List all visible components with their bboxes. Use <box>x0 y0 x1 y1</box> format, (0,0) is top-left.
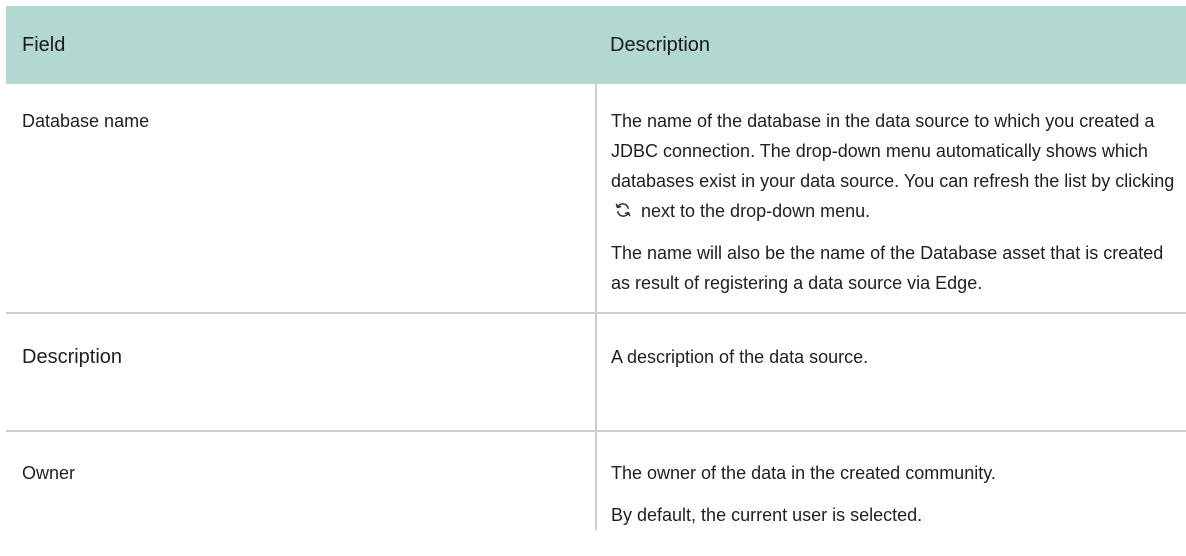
description-cell: A description of the data source. <box>596 313 1186 432</box>
field-name-cell: Description <box>6 313 597 432</box>
description-paragraph: By default, the current user is selected… <box>611 505 923 525</box>
description-text: next to the drop-down menu. <box>636 201 871 221</box>
description-paragraph: The owner of the data in the created com… <box>611 463 996 483</box>
description-cell: The owner of the data in the created com… <box>596 431 1186 530</box>
table-row: Database name The name of the database i… <box>6 84 1186 314</box>
field-description-table: Field Description Database name The name… <box>6 6 1186 530</box>
field-name-cell: Database name <box>6 84 597 314</box>
refresh-icon <box>615 203 631 217</box>
table-row: Owner The owner of the data in the creat… <box>6 431 1186 530</box>
field-name-cell: Owner <box>6 431 597 530</box>
description-paragraph: The name will also be the name of the Da… <box>611 243 1164 293</box>
description-text: The name of the database in the data sou… <box>611 111 1175 191</box>
header-description: Description <box>596 6 1186 84</box>
table-header-row: Field Description <box>6 6 1186 84</box>
description-paragraph: The name of the database in the data sou… <box>611 106 1176 226</box>
description-cell: The name of the database in the data sou… <box>596 84 1186 314</box>
table-row: Description A description of the data so… <box>6 313 1186 432</box>
description-paragraph: A description of the data source. <box>611 347 869 367</box>
header-field: Field <box>6 6 596 84</box>
